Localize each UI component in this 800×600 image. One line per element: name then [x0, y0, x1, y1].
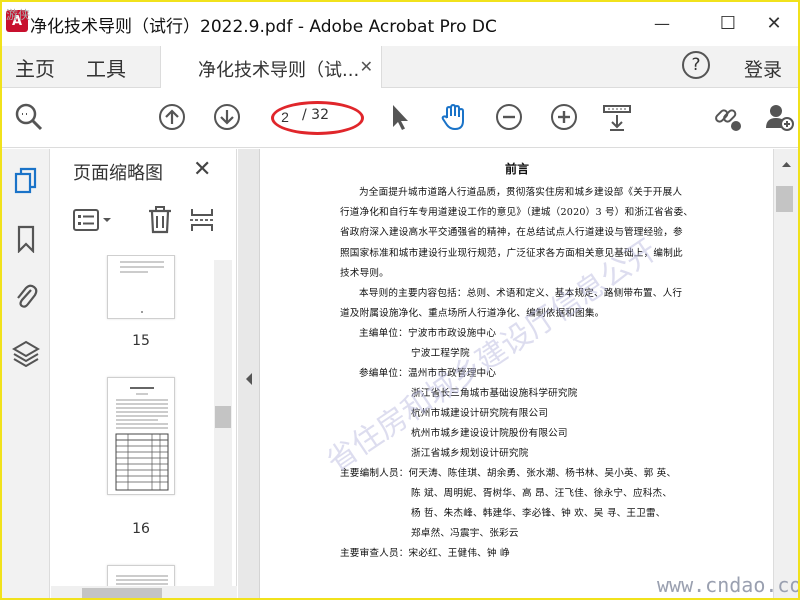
thumbnail-list: 15 16: [51, 255, 215, 598]
close-window-button[interactable]: ✕: [754, 8, 794, 38]
window-title: 净化技术导则（试行）2022.9.pdf - Adobe Acrobat Pro…: [30, 17, 497, 37]
page-thumbnails-icon[interactable]: [12, 167, 40, 195]
attachment-icon[interactable]: [12, 282, 40, 310]
doc-line: 杨 哲、朱杰峰、韩建华、李必锋、钟 欢、吴 寻、王卫雷、: [411, 508, 666, 519]
document-tab[interactable]: 净化技术导则（试... ✕: [160, 46, 382, 88]
layers-icon[interactable]: [12, 339, 40, 367]
thumbnail-label-16: 16: [132, 521, 150, 537]
doc-line: 陈 斌、周明妮、胥树华、高 昂、汪飞佳、徐永宁、应科杰、: [411, 488, 673, 499]
help-icon[interactable]: ?: [682, 51, 710, 79]
thumbnail-hscrollbar-thumb[interactable]: [82, 588, 162, 598]
bookmark-icon[interactable]: [12, 225, 40, 253]
thumbnail-scrollbar-thumb[interactable]: [215, 406, 231, 428]
scroll-up-icon[interactable]: [774, 157, 799, 171]
app-window: A 游侠 净化技术导则（试行）2022.9.pdf - Adobe Acroba…: [0, 0, 800, 600]
toolbar: [2, 88, 798, 148]
hand-icon[interactable]: [438, 102, 468, 132]
doc-line: 主要编制人员：何天涛、陈佳琪、胡余勇、张水潮、杨书林、吴小英、郭 英、: [340, 468, 677, 479]
thumbnail-options-icon[interactable]: [73, 205, 113, 235]
doc-line: 行道净化和自行车专用道建设工作的意见》（建城（2020）3 号）和浙江省省委、: [340, 207, 694, 218]
doc-line: 郑卓然、冯震宇、张彩云: [411, 528, 519, 539]
corner-watermark: 游侠: [6, 8, 31, 22]
doc-line: 杭州市城乡建设设计院股份有限公司: [411, 428, 568, 439]
menu-home[interactable]: 主页: [15, 53, 55, 82]
document-view[interactable]: 前言 为全面提升城市道路人行道品质，贯彻落实住房和城乡建设部《关于开展人 行道净…: [261, 149, 773, 598]
thumbnails-panel: 页面缩略图 ✕ 15 16: [51, 149, 237, 598]
document-scrollbar[interactable]: [773, 149, 799, 598]
scroll-mode-icon[interactable]: [602, 102, 632, 132]
doc-line: 本导则的主要内容包括：总则、术语和定义、基本规定、路侧带布置、人行: [359, 288, 683, 299]
thumbnail-label-15: 15: [132, 333, 150, 349]
document-heading: 前言: [504, 162, 529, 176]
add-user-icon[interactable]: [764, 102, 794, 132]
tab-close-icon[interactable]: ✕: [360, 57, 373, 76]
minus-circle-icon[interactable]: [494, 102, 524, 132]
doc-line: 为全面提升城市道路人行道品质，贯彻落实住房和城乡建设部《关于开展人: [359, 187, 683, 198]
login-button[interactable]: 登录: [744, 55, 782, 82]
collapse-arrow-icon: [246, 373, 252, 385]
document-scrollbar-thumb[interactable]: [776, 186, 793, 212]
highlight-ellipse: [271, 101, 364, 135]
doc-line: 主要审查人员：宋必红、王健伟、钟 峥: [340, 548, 510, 559]
zoom-icon[interactable]: [14, 102, 44, 132]
panel-title: 页面缩略图: [73, 163, 163, 184]
menu-tools[interactable]: 工具: [86, 53, 126, 82]
panel-close-icon[interactable]: ✕: [193, 157, 211, 182]
cursor-arrow-icon[interactable]: [385, 102, 415, 132]
title-bar: A 游侠 净化技术导则（试行）2022.9.pdf - Adobe Acroba…: [2, 2, 798, 46]
maximize-button[interactable]: ☐: [708, 8, 748, 38]
panel-collapse-handle[interactable]: [238, 149, 260, 598]
thumbnail-page-16[interactable]: [107, 377, 175, 495]
minimize-button[interactable]: —: [642, 8, 682, 38]
extract-page-icon[interactable]: [189, 205, 215, 235]
thumbnail-page-15[interactable]: [107, 255, 175, 319]
navigation-rail: [2, 149, 50, 598]
trash-icon[interactable]: [147, 205, 173, 235]
arrow-down-circle-icon[interactable]: [212, 102, 242, 132]
site-watermark: www.cndao.com: [657, 573, 800, 597]
doc-line: 技术导则。: [340, 268, 389, 279]
link-icon[interactable]: [712, 102, 742, 132]
menu-bar: 主页 工具 ? 登录: [2, 46, 798, 88]
plus-circle-icon[interactable]: [549, 102, 579, 132]
doc-line: 浙江省城乡规划设计研究院: [411, 448, 529, 459]
arrow-up-circle-icon[interactable]: [157, 102, 187, 132]
tab-label: 净化技术导则（试...: [198, 60, 360, 81]
